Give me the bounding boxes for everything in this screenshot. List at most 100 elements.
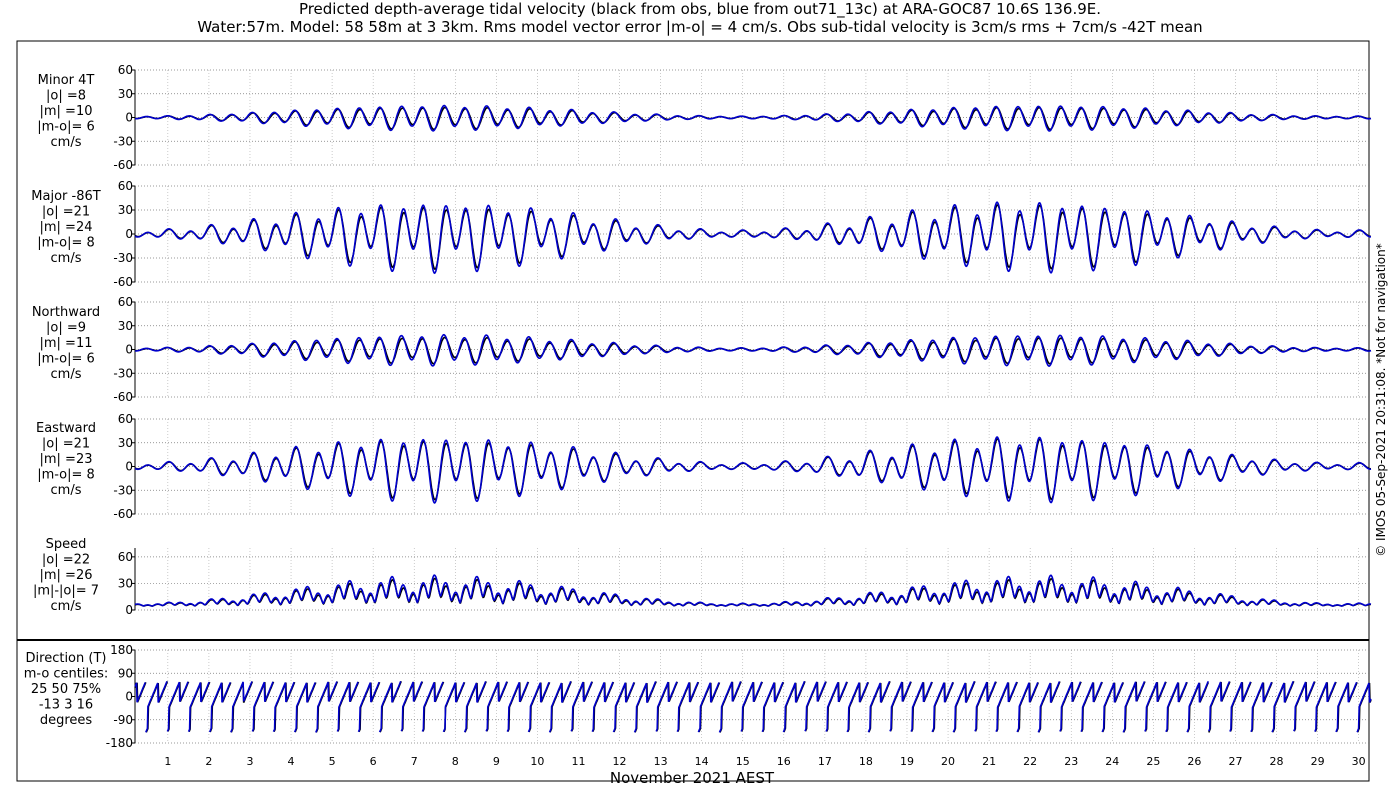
panel-label-north-2: |m| =11	[40, 336, 93, 351]
y-tick-label-minor: -30	[113, 134, 133, 148]
x-tick-label-8: 8	[452, 755, 459, 768]
x-tick-label-14: 14	[695, 755, 709, 768]
series-line-obs-speed	[134, 577, 1371, 607]
x-tick-label-16: 16	[777, 755, 791, 768]
panel-label-east-0: Eastward	[36, 421, 96, 436]
panel-label-minor-1: |o| =8	[46, 89, 86, 104]
panel-label-speed-0: Speed	[46, 537, 87, 552]
x-tick-label-15: 15	[736, 755, 750, 768]
panel-direction: Direction (T)m-o centiles:25 50 75%-13 3…	[24, 643, 1372, 750]
x-tick-label-17: 17	[818, 755, 832, 768]
panel-label-speed-3: |m|-|o|= 7	[33, 584, 99, 599]
y-tick-label-speed: 0	[125, 603, 133, 617]
series-line-model-major	[134, 201, 1371, 275]
x-tick-label-19: 19	[900, 755, 914, 768]
x-tick-label-26: 26	[1187, 755, 1201, 768]
x-tick-label-1: 1	[164, 755, 171, 768]
series-line-model-east	[134, 436, 1372, 504]
x-tick-label-5: 5	[329, 755, 336, 768]
x-tick-label-10: 10	[530, 755, 544, 768]
panel-label-north-0: Northward	[32, 305, 100, 320]
x-tick-label-23: 23	[1064, 755, 1078, 768]
y-tick-label-direction: 0	[125, 690, 133, 704]
panel-label-speed-1: |o| =22	[42, 553, 90, 568]
y-tick-label-east: -30	[113, 483, 133, 497]
panel-label-minor-0: Minor 4T	[38, 73, 95, 88]
y-tick-label-north: 60	[118, 295, 133, 309]
x-tick-label-30: 30	[1352, 755, 1366, 768]
panel-major: Major -86T|o| =21|m| =24|m-o|= 8cm/s 60 30…	[31, 179, 1371, 289]
x-tick-label-6: 6	[370, 755, 377, 768]
panel-label-east-4: cm/s	[51, 483, 82, 498]
figure-frame	[16, 40, 1370, 782]
panel-label-major-2: |m| =24	[40, 220, 93, 235]
panel-label-direction-2: 25 50 75%	[31, 682, 101, 697]
panel-east: Eastward|o| =21|m| =23|m-o|= 8cm/s 60 30 0 -…	[36, 412, 1372, 521]
credit-text: © IMOS 05-Sep-2021 20:31:08. *Not for na…	[1374, 243, 1388, 557]
y-tick-label-major: -30	[113, 251, 133, 265]
panel-label-major-0: Major -86T	[31, 189, 100, 204]
x-tick-label-24: 24	[1105, 755, 1119, 768]
y-tick-label-east: 0	[125, 460, 133, 474]
y-tick-label-east: 30	[118, 436, 133, 450]
x-tick-label-22: 22	[1023, 755, 1037, 768]
x-tick-label-11: 11	[571, 755, 585, 768]
panel-label-east-2: |m| =23	[40, 452, 93, 467]
y-tick-label-minor: 0	[125, 111, 133, 125]
panel-label-east-3: |m-o|= 8	[37, 468, 95, 483]
x-tick-label-20: 20	[941, 755, 955, 768]
y-tick-label-north: 30	[118, 319, 133, 333]
panel-label-major-1: |o| =21	[42, 205, 90, 220]
vertical-grid	[167, 70, 1359, 743]
x-tick-label-9: 9	[493, 755, 500, 768]
series-line-model-speed	[134, 574, 1372, 607]
y-tick-label-north: -60	[113, 390, 133, 404]
panel-label-direction-3: -13 3 16	[39, 698, 93, 713]
x-tick-label-25: 25	[1146, 755, 1160, 768]
x-tick-label-2: 2	[205, 755, 212, 768]
panel-label-north-1: |o| =9	[46, 321, 86, 336]
x-tick-label-21: 21	[982, 755, 996, 768]
tidal-velocity-figure: 1 2 3 4 5 6 7 8 9 10 11 12 13 14 15 16 17 18 19 20 21 22 23 24 2…	[16, 40, 1372, 787]
x-tick-label-29: 29	[1311, 755, 1325, 768]
series-line-model-direction	[134, 680, 1372, 733]
panel-label-north-3: |m-o|= 6	[37, 352, 95, 367]
y-tick-label-direction: -180	[106, 736, 133, 750]
panel-minor: Minor 4T|o| =8|m| =10|m-o|= 6cm/s 60 30 0 -3…	[37, 63, 1372, 172]
panel-label-speed-2: |m| =26	[40, 568, 93, 583]
panel-label-east-1: |o| =21	[42, 437, 90, 452]
y-tick-label-major: 60	[118, 179, 133, 193]
x-tick-label-18: 18	[859, 755, 873, 768]
x-tick-label-3: 3	[246, 755, 253, 768]
panel-label-speed-4: cm/s	[51, 599, 82, 614]
x-axis-label: November 2021 AEST	[610, 769, 775, 787]
panel-label-direction-0: Direction (T)	[26, 651, 107, 666]
panel-label-major-3: |m-o|= 8	[37, 236, 95, 251]
y-tick-label-direction: -90	[113, 713, 133, 727]
y-tick-label-major: -60	[113, 275, 133, 289]
y-tick-label-minor: 60	[118, 63, 133, 77]
y-tick-label-minor: 30	[118, 87, 133, 101]
y-tick-label-direction: 90	[118, 666, 133, 680]
panel-label-north-4: cm/s	[51, 367, 82, 382]
panel-label-major-4: cm/s	[51, 251, 82, 266]
panel-label-direction-4: degrees	[40, 713, 93, 728]
y-tick-label-speed: 60	[118, 550, 133, 564]
y-tick-label-speed: 30	[118, 576, 133, 590]
panel-label-direction-1: m-o centiles:	[24, 667, 109, 682]
x-tick-label-4: 4	[288, 755, 295, 768]
panel-label-minor-4: cm/s	[51, 135, 82, 150]
y-tick-label-minor: -60	[113, 158, 133, 172]
y-tick-label-east: 60	[118, 412, 133, 426]
x-tick-label-12: 12	[613, 755, 627, 768]
y-tick-label-major: 30	[118, 203, 133, 217]
x-tick-label-7: 7	[411, 755, 418, 768]
y-tick-label-east: -60	[113, 507, 133, 521]
y-tick-label-north: -30	[113, 366, 133, 380]
panel-label-minor-3: |m-o|= 6	[37, 120, 95, 135]
x-tick-label-27: 27	[1228, 755, 1242, 768]
y-tick-label-direction: 180	[110, 643, 133, 657]
y-tick-label-major: 0	[125, 227, 133, 241]
series-line-model-minor	[135, 104, 1372, 132]
x-tick-label-13: 13	[654, 755, 668, 768]
